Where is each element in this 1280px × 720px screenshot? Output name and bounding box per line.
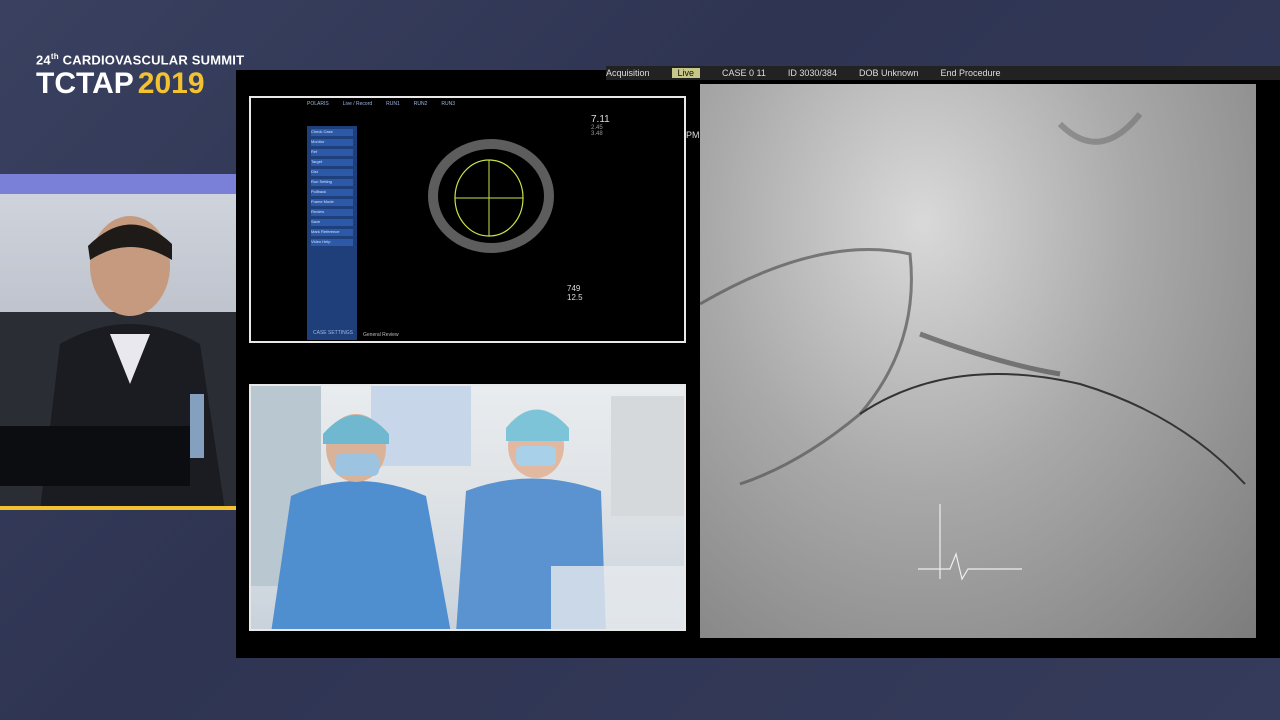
live-tab[interactable]: Live <box>671 68 701 78</box>
speaker-divider <box>0 506 236 510</box>
event-title: CARDIOVASCULAR SUMMIT <box>62 52 245 68</box>
general-review-label[interactable]: General Review <box>363 332 399 338</box>
panel-item[interactable]: Video Help <box>311 239 353 246</box>
panel-item[interactable]: Save <box>311 219 353 226</box>
panel-item[interactable]: Review <box>311 209 353 216</box>
cath-lab-camera <box>249 384 686 631</box>
event-brand: TCTAP <box>36 67 134 101</box>
event-name: TCTAP 2019 <box>36 69 244 99</box>
ivus-measurements: 7.11 2.45 3.48 <box>591 114 610 137</box>
ivus-monitor: POLARIS Live / Record RUN1 RUN2 RUN3 Che… <box>249 96 686 343</box>
case-settings-label[interactable]: CASE SETTINGS <box>313 330 353 336</box>
end-procedure-button[interactable]: End Procedure <box>940 68 1000 78</box>
panel-item[interactable]: Monitor <box>311 139 353 146</box>
ivus-cross-section <box>428 139 554 253</box>
camera-scene <box>251 386 684 629</box>
angiography-image <box>700 112 1246 581</box>
measure-b: 3.48 <box>591 131 603 137</box>
speaker-video <box>0 194 236 510</box>
panel-item[interactable]: Ref <box>311 149 353 156</box>
patient-id: ID 3030/384 <box>787 68 837 78</box>
edition-number: 24 <box>36 52 51 68</box>
tab-live[interactable]: Live / Record <box>343 101 372 111</box>
ivus-measurements-lower: 749 12.5 <box>567 284 583 302</box>
edition-suffix: th <box>50 52 59 61</box>
event-edition: 24th CARDIOVASCULAR SUMMIT <box>36 52 244 67</box>
measure-d: 12.5 <box>567 293 583 302</box>
speaker-name-bar <box>0 174 236 194</box>
event-logo: 24th CARDIOVASCULAR SUMMIT TCTAP 2019 <box>36 52 244 99</box>
measure-main: 7.11 <box>591 114 610 125</box>
clock-label: PM <box>686 130 700 140</box>
speaker-silhouette <box>0 216 236 510</box>
patient-dob: DOB Unknown <box>858 68 919 78</box>
panel-item[interactable]: Frame Mode <box>311 199 353 206</box>
panel-item[interactable]: Dist <box>311 169 353 176</box>
measure-c: 749 <box>567 284 581 293</box>
panel-item[interactable]: Run Setting <box>311 179 353 186</box>
panel-item[interactable]: Mark Reference <box>311 229 353 236</box>
tab-run2[interactable]: RUN2 <box>414 101 428 111</box>
ivus-app-name: POLARIS <box>307 101 329 107</box>
ivus-header: POLARIS Live / Record RUN1 RUN2 RUN3 <box>307 101 507 111</box>
cath-lab-toolbar: Acquisition Live CASE 0 11 ID 3030/384 D… <box>606 66 1280 80</box>
panel-item[interactable]: Pullback <box>311 189 353 196</box>
event-year: 2019 <box>137 67 205 101</box>
tab-run1[interactable]: RUN1 <box>386 101 400 111</box>
acquisition-tab[interactable]: Acquisition <box>606 68 650 78</box>
angiography-view <box>700 84 1256 638</box>
panel-item[interactable]: Target <box>311 159 353 166</box>
panel-item[interactable]: Check Case <box>311 129 353 136</box>
case-label: CASE 0 11 <box>722 68 766 78</box>
tab-run3[interactable]: RUN3 <box>441 101 455 111</box>
ivus-control-panel: Check Case Monitor Ref Target Dist Run S… <box>307 126 357 340</box>
